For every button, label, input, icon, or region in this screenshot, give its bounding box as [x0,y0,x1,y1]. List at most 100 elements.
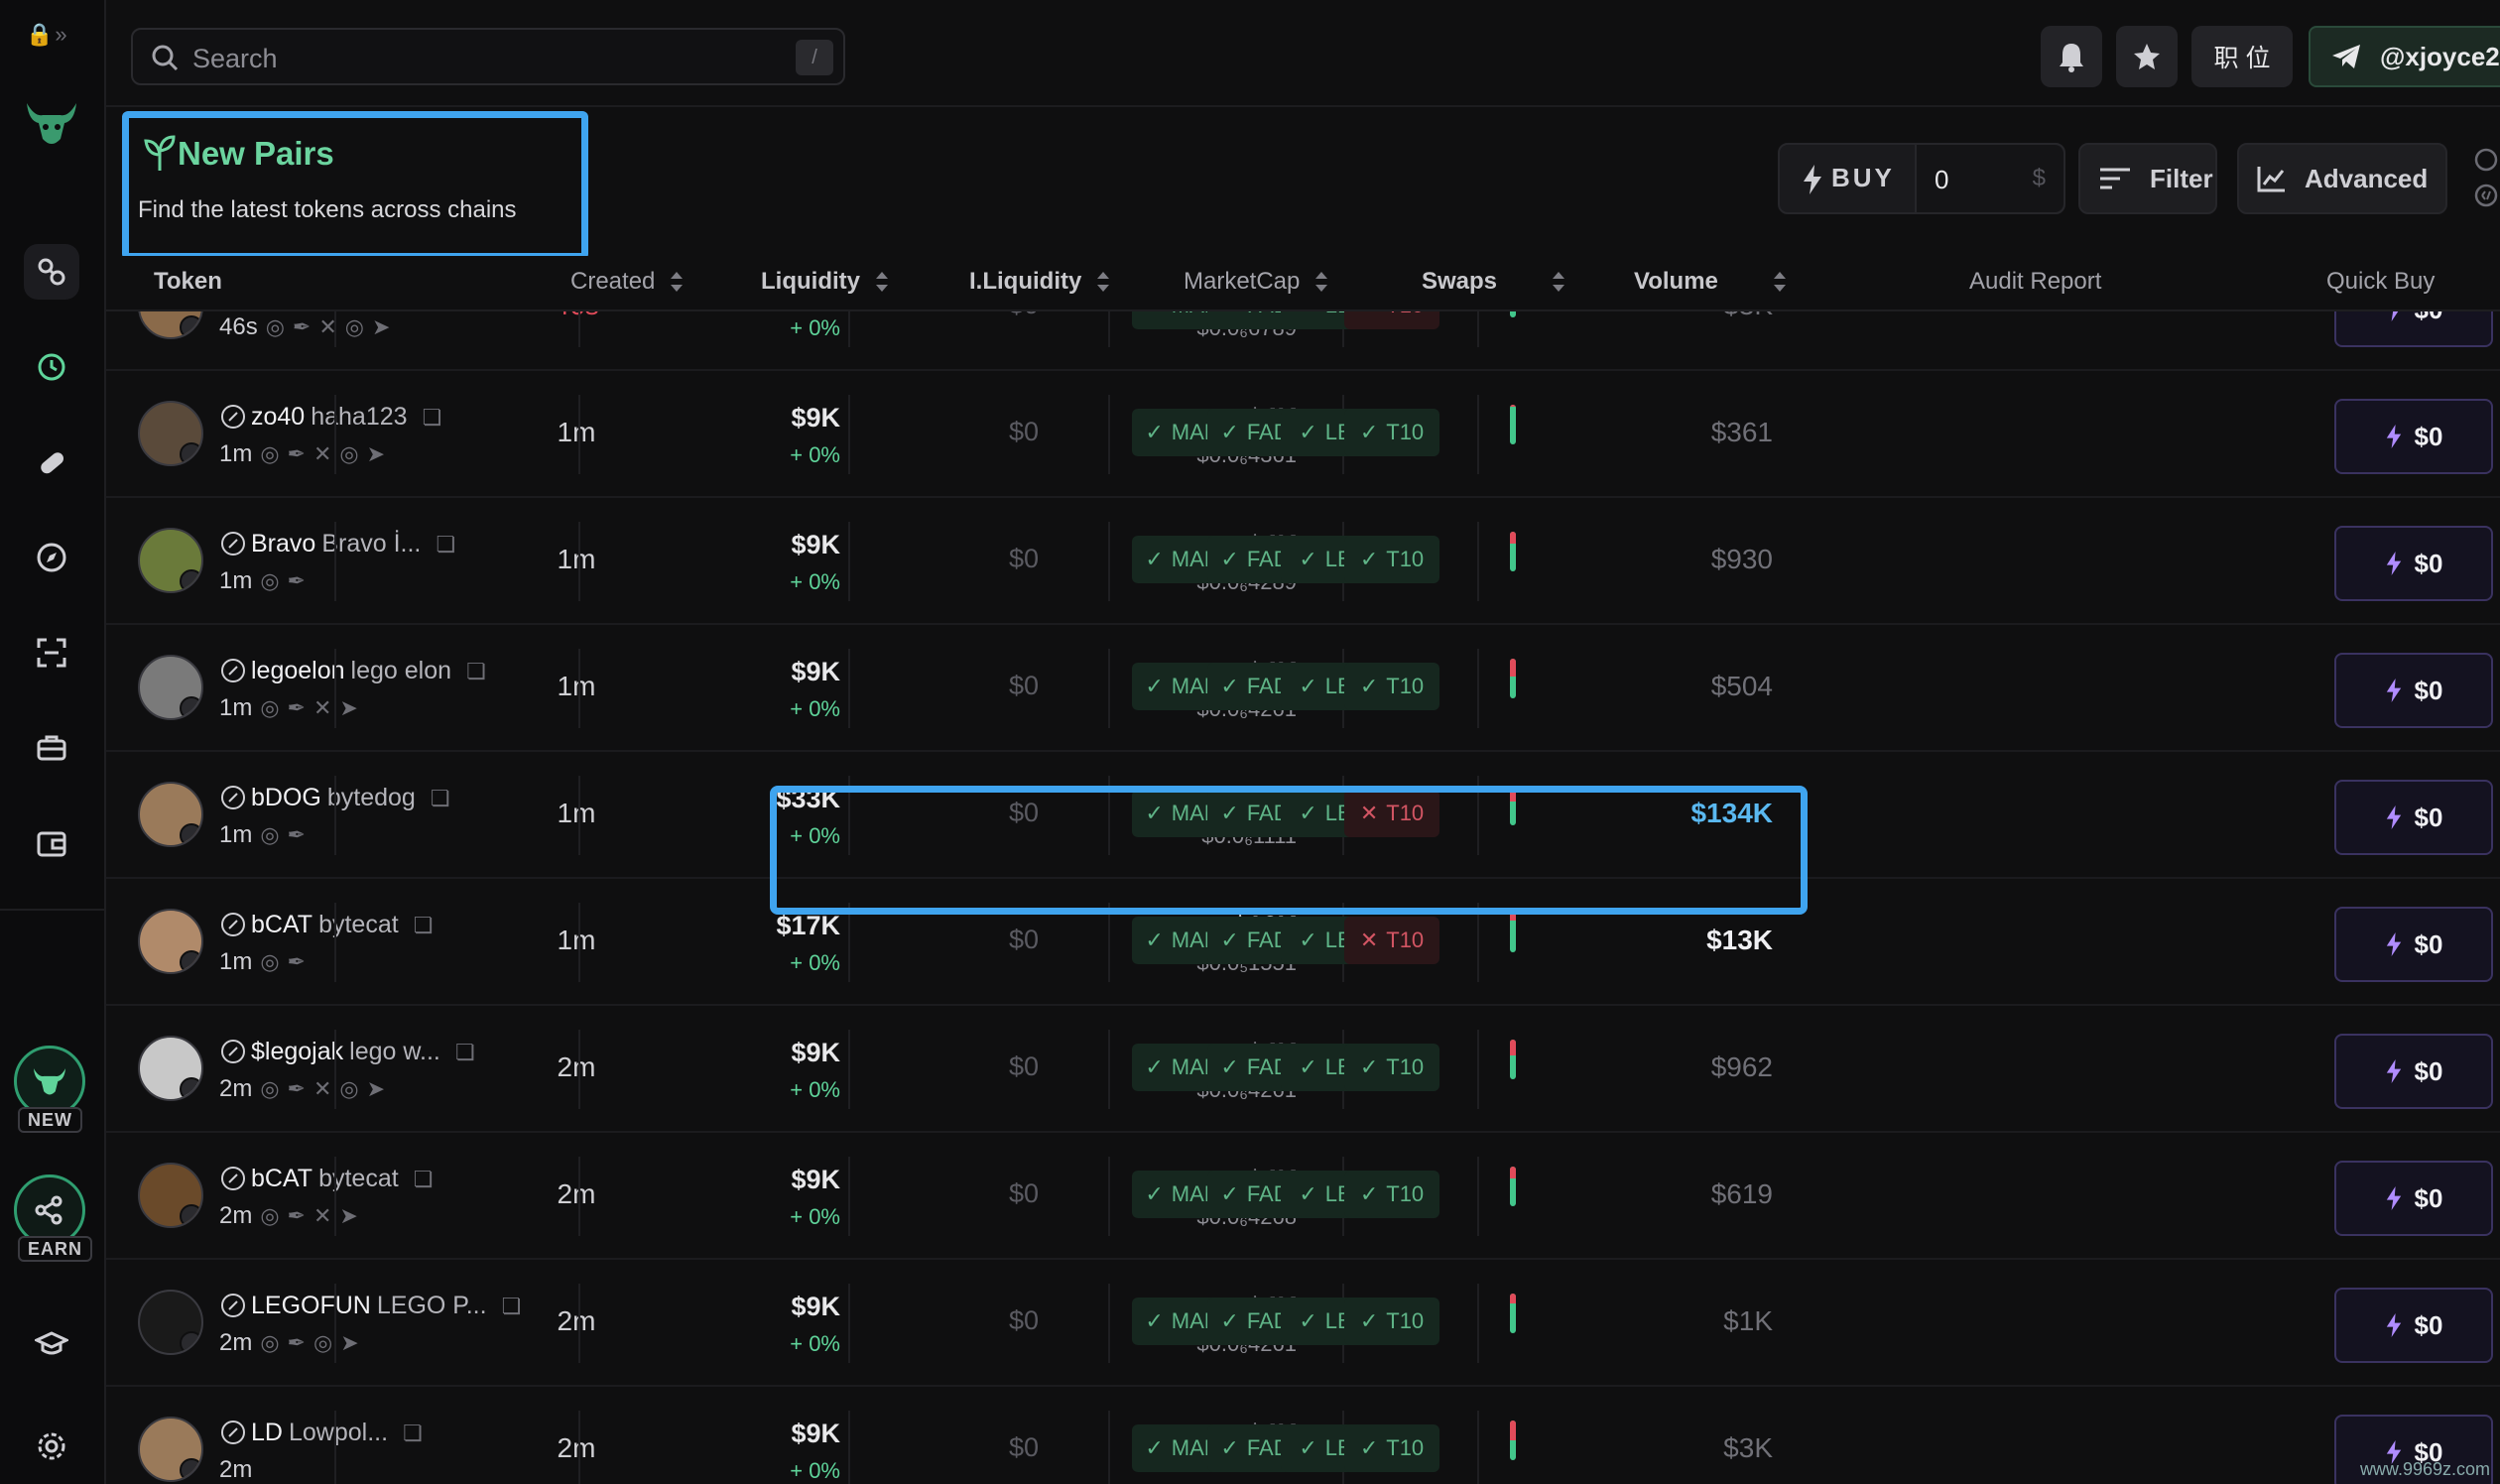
social-link-icon[interactable]: ✕ [313,695,331,721]
new-bull-badge[interactable]: NEW [14,1046,89,1147]
social-link-icon[interactable]: ✒ [288,822,306,848]
quick-buy-button[interactable]: $0 [2334,526,2493,601]
social-link-icon[interactable]: ✒ [288,1330,306,1356]
social-link-icon[interactable]: ✒ [293,314,311,340]
earn-badge[interactable]: EARN [14,1175,93,1276]
social-link-icon[interactable]: ◎ [260,949,279,975]
table-row[interactable]: BravoBravo İ... ❏ 1m◎✒ 1m $9K + 0% $0 $4… [106,498,2500,625]
social-link-icon[interactable]: ◎ [260,1203,279,1229]
pill-icon[interactable] [24,434,79,490]
token-avatar[interactable] [138,909,203,974]
social-link-icon[interactable]: ✕ [313,1076,331,1102]
social-link-icon[interactable]: ✒ [288,441,306,467]
quick-buy-button[interactable]: $0 [2334,907,2493,982]
briefcase-icon[interactable] [24,720,79,776]
social-link-icon[interactable]: ◎ [260,441,279,467]
token-avatar[interactable] [138,1163,203,1228]
social-link-icon[interactable]: ◎ [260,568,279,594]
table-row[interactable]: $legojak lego w... ❏ 2m ◎ ✒ ✕ ◎ ➤ 2m $9K + 0% … [106,1006,2500,1133]
wallet-icon[interactable] [24,815,79,871]
social-link-icon[interactable]: ◎ [260,695,279,721]
settings-gear-icon[interactable] [24,1419,79,1474]
token-avatar[interactable] [138,401,203,466]
compass-icon[interactable] [24,530,79,585]
social-link-icon[interactable]: ◎ [260,1076,279,1102]
graduation-cap-icon[interactable] [24,1315,79,1371]
advanced-button[interactable]: Advanced [2237,143,2447,214]
copy-icon[interactable]: ❏ [455,1040,475,1065]
social-link-icon[interactable]: ◎ [313,1330,332,1356]
token-avatar[interactable] [138,528,203,593]
copy-icon[interactable]: ❏ [414,1167,434,1192]
social-link-icon[interactable]: ◎ [339,441,358,467]
telegram-user-button[interactable]: @xjoyce24 [2309,26,2500,87]
quick-buy-button[interactable]: $0 [2334,653,2493,728]
token-avatar[interactable] [138,782,203,847]
social-link-icon[interactable]: ◎ [266,314,285,340]
quick-buy-button[interactable]: $0 [2334,1161,2493,1236]
token-name[interactable]: bCAT bytecat ❏ [221,911,433,939]
favorites-button[interactable] [2116,26,2178,87]
token-name[interactable]: LD Lowpol... ❏ [221,1419,423,1447]
token-avatar[interactable] [138,1290,203,1355]
token-name[interactable]: LEGOFUN LEGO P... ❏ [221,1292,521,1320]
social-link-icon[interactable]: ✒ [288,695,306,721]
token-avatar[interactable] [138,655,203,720]
copy-icon[interactable]: ❏ [403,1421,423,1446]
refresh-icon[interactable] [2473,147,2499,173]
quick-buy-button[interactable]: $0 [2334,311,2493,347]
social-link-icon[interactable]: ➤ [340,1330,358,1356]
quick-buy-button[interactable]: $0 [2334,1034,2493,1109]
social-link-icon[interactable]: ✕ [313,1203,331,1229]
social-link-icon[interactable]: ✒ [288,1203,306,1229]
col-iliquidity-sort[interactable]: I.Liquidity [969,268,1110,296]
copy-icon[interactable]: ❏ [436,532,455,557]
token-name[interactable]: Bravo Bravo İ... ❏ [221,530,455,558]
social-link-icon[interactable]: ◎ [260,822,279,848]
copy-icon[interactable]: ❏ [466,659,486,684]
token-name[interactable]: bCAT bytecat ❏ [221,1165,433,1193]
social-link-icon[interactable]: ✒ [288,1076,306,1102]
social-link-icon[interactable]: ➤ [367,441,385,467]
quick-buy-button[interactable]: $0 [2334,1288,2493,1363]
social-link-icon[interactable]: ✒ [288,568,306,594]
quick-buy-button[interactable]: $0 [2334,399,2493,474]
social-link-icon[interactable]: ➤ [367,1076,385,1102]
notifications-button[interactable] [2041,26,2102,87]
scan-icon[interactable] [24,625,79,680]
token-avatar[interactable] [138,311,203,339]
table-row[interactable]: LEGOFUN LEGO P... ❏ 2m ◎ ✒ ◎ ➤ 2m $9K + 0% $0… [106,1260,2500,1387]
search-input[interactable]: Search / [131,28,845,85]
copy-icon[interactable]: ❏ [431,786,450,811]
col-marketcap-sort[interactable]: MarketCap [1184,268,1328,296]
col-volume-sort[interactable]: Volume [1634,268,1786,296]
social-link-icon[interactable]: ◎ [345,314,364,340]
token-name[interactable]: legoelon lego elon ❏ [221,657,486,685]
logo-bull-icon[interactable] [21,95,82,151]
social-link-icon[interactable]: ✕ [313,441,331,467]
quick-buy-button[interactable]: $0 [2334,780,2493,855]
token-avatar[interactable] [138,1417,203,1482]
code-icon[interactable] [2473,183,2499,208]
social-link-icon[interactable]: ➤ [339,1203,357,1229]
sidebar-toggle-icon[interactable]: 🔒» [26,22,69,48]
col-created-sort[interactable]: Created [570,268,684,296]
table-row[interactable]: bCATbytecat ❏ 2m◎✒✕➤ 2m $9K + 0% $0 $4K … [106,1133,2500,1260]
table-row[interactable]: zo40haha123 ❏ 1m◎✒✕◎➤ 1m $9K + 0% $0 $4K… [106,371,2500,498]
copy-icon[interactable]: ❏ [423,405,442,431]
col-swaps-sort[interactable]: Swaps [1422,268,1565,296]
filter-button[interactable]: Filter [2078,143,2217,214]
language-button[interactable]: 职 位 [2191,26,2293,87]
new-pairs-link-icon[interactable] [24,244,79,300]
table-row[interactable]: legoelon lego elon ❏ 1m ◎ ✒ ✕ ➤ 1m $9K + 0% $… [106,625,2500,752]
table-row[interactable]: kbDOGkbDOG ❏ 46s◎✒✕◎➤ 46s $12K + 0% $0 $… [106,311,2500,371]
table-row[interactable]: LDLowpol... ❏ 2m 2m $9K + 0% $0 $4K 19 $… [106,1387,2500,1484]
social-link-icon[interactable]: ➤ [339,695,357,721]
col-liquidity-sort[interactable]: Liquidity [761,268,888,296]
buy-amount-input[interactable]: 0 $ [1915,145,2063,212]
token-name[interactable]: $legojak lego w... ❏ [221,1038,475,1066]
social-link-icon[interactable]: ✒ [288,949,306,975]
social-link-icon[interactable]: ➤ [372,314,390,340]
social-link-icon[interactable]: ◎ [339,1076,358,1102]
social-link-icon[interactable]: ◎ [260,1330,279,1356]
